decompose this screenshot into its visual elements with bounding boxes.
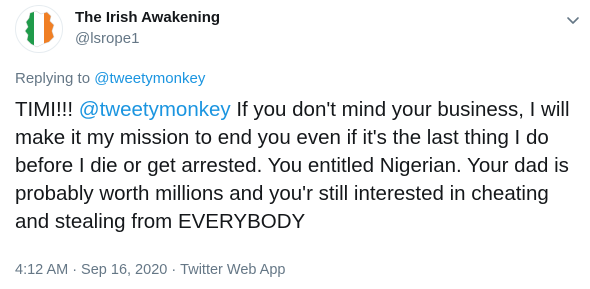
tweet-mention-link[interactable]: @tweetymonkey (79, 98, 231, 121)
author-handle[interactable]: @lsrope1 (75, 30, 139, 47)
replying-to-line: Replying to @tweetymonkey (15, 70, 205, 87)
replying-to-label: Replying to (15, 70, 91, 87)
tweet-metadata: 4:12 AM · Sep 16, 2020 · Twitter Web App (15, 262, 285, 278)
tweet-time[interactable]: 4:12 AM (15, 262, 68, 278)
tweet-text: TIMI!!! @tweetymonkey If you don't mind … (15, 96, 580, 236)
meta-separator: · (72, 262, 78, 278)
chevron-down-icon (567, 17, 579, 24)
author-display-name[interactable]: The Irish Awakening (75, 9, 220, 26)
tweet-menu-button[interactable] (565, 12, 581, 28)
ireland-flag-map-icon (24, 10, 55, 48)
tweet-text-lead: TIMI!!! (15, 98, 79, 121)
meta-separator: · (171, 262, 177, 278)
replying-to-mention-link[interactable]: @tweetymonkey (94, 70, 205, 87)
tweet-card: The Irish Awakening @lsrope1 Replying to… (0, 0, 590, 289)
avatar[interactable] (15, 5, 63, 53)
tweet-date[interactable]: Sep 16, 2020 (81, 262, 167, 278)
tweet-source[interactable]: Twitter Web App (180, 262, 285, 278)
